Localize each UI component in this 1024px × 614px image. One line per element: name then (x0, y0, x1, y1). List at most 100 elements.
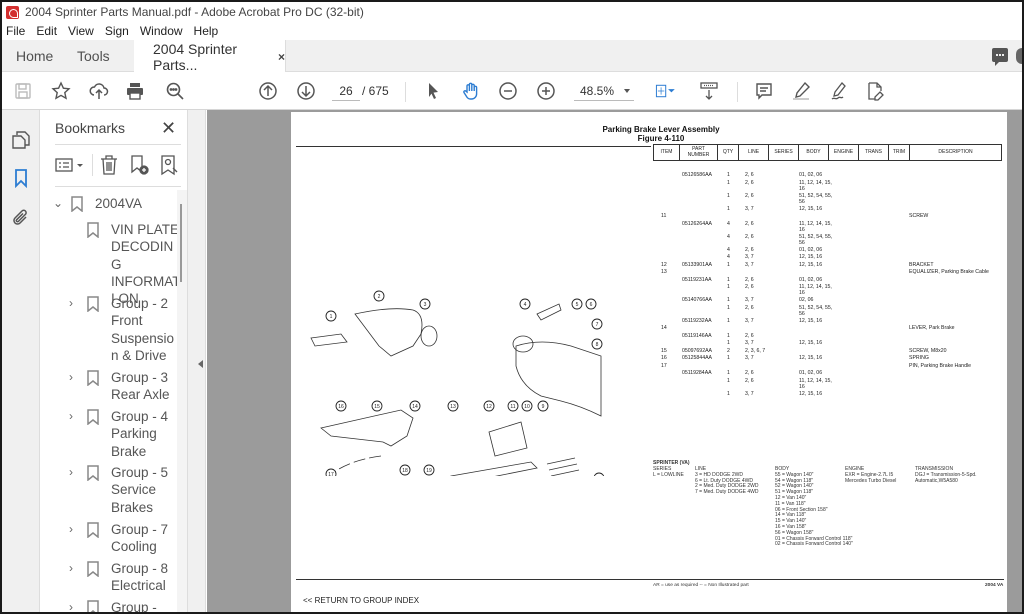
fit-page-icon[interactable] (650, 80, 680, 102)
fill-sign-icon[interactable] (864, 80, 886, 102)
return-to-group-index-link[interactable]: << RETURN TO GROUP INDEX (303, 596, 419, 605)
table-row: 05126264AA 4 2, 6 11, 12, 14, 15, 16 (653, 221, 1007, 235)
pages-icon[interactable] (11, 130, 31, 150)
close-panel-icon[interactable]: ✕ (161, 118, 176, 139)
collapse-panel-icon[interactable] (194, 360, 203, 368)
link-plate (536, 303, 562, 321)
bookmark-item[interactable]: › Group - 2 Front Suspension & Drive (69, 295, 177, 364)
attachments-icon[interactable] (11, 208, 31, 228)
bookmark-icon (87, 600, 99, 612)
chevron-down-icon[interactable]: ⌄ (53, 195, 67, 212)
document-scrollbar[interactable] (1008, 110, 1022, 612)
callout-number: 9 (542, 404, 545, 410)
account-avatar[interactable] (1016, 48, 1022, 64)
scrollbar-thumb[interactable] (180, 204, 182, 282)
callout-number: 16 (338, 404, 344, 410)
callout-number: 19 (426, 468, 432, 474)
bookmark-item[interactable]: › Group - (69, 599, 177, 612)
scroll-mode-icon[interactable] (698, 80, 720, 102)
bookmark-item[interactable]: › Group - 5 Service Brakes (69, 464, 177, 516)
select-arrow-icon[interactable] (422, 80, 444, 102)
cell-body: 11, 12, 14, 15, 16 (799, 220, 832, 233)
zoom-level-select[interactable]: 48.5% (574, 81, 634, 101)
bookmark-item[interactable]: › Group - 8 Electrical (69, 560, 177, 595)
bookmarks-title: Bookmarks (55, 120, 126, 136)
bookmarks-icon[interactable] (11, 168, 31, 189)
cell-qty: 1 (727, 276, 730, 283)
tab-tools[interactable]: Tools (77, 40, 110, 72)
bookmark-icon (87, 522, 99, 539)
bracket (488, 421, 528, 457)
zoom-out-icon[interactable] (497, 80, 519, 102)
figure-title-line: Parking Brake Lever Assembly (602, 125, 720, 134)
options-menu-icon[interactable] (55, 154, 87, 176)
print-icon[interactable] (124, 80, 146, 102)
page-down-icon[interactable] (295, 80, 317, 102)
bookmark-item[interactable]: › Group - 7 Cooling (69, 521, 177, 556)
panel-splitter[interactable] (188, 110, 206, 612)
menu-window[interactable]: Window (140, 24, 183, 38)
spring (546, 457, 580, 476)
cell-qty: 1 (727, 297, 730, 303)
cell-qty: 1 (727, 390, 730, 397)
menu-edit[interactable]: Edit (36, 24, 57, 38)
cell-part: 05119146AA (682, 332, 712, 339)
tab-home[interactable]: Home (16, 40, 53, 72)
divider (92, 154, 93, 176)
cell-line: 3, 7 (745, 254, 754, 260)
save-icon[interactable] (12, 80, 34, 102)
chevron-right-icon[interactable]: › (69, 599, 83, 612)
callout-13: 13 (447, 400, 459, 412)
bookmark-star-icon[interactable] (50, 80, 72, 102)
upload-cloud-icon[interactable] (88, 80, 110, 102)
cell-line: 2, 6 (745, 332, 754, 339)
chevron-right-icon[interactable]: › (69, 369, 83, 386)
chevron-right-icon[interactable]: › (69, 560, 83, 577)
highlight-icon[interactable] (790, 80, 812, 102)
bookmark-item[interactable]: ⌄ 2004VA (53, 195, 165, 213)
current-page-input[interactable]: 26 (332, 81, 360, 101)
chevron-right-icon[interactable]: › (69, 295, 83, 312)
bookmark-icon (87, 561, 99, 578)
col-header: QTY (717, 144, 739, 161)
cell-qty: 1 (727, 205, 730, 212)
bookmark-icon (71, 196, 83, 213)
bookmarks-scrollbar[interactable] (177, 190, 187, 612)
delete-bookmark-icon[interactable] (99, 154, 121, 176)
close-tab-icon[interactable]: × (278, 50, 285, 64)
cell-qty: 1 (727, 261, 730, 268)
bookmark-properties-icon[interactable] (159, 154, 181, 176)
table-row: 1 3, 7 12, 15, 16 (653, 391, 1007, 405)
cell-line: 2, 6 (745, 304, 754, 311)
chevron-right-icon[interactable]: › (69, 521, 83, 538)
lever-base (320, 409, 414, 447)
callout-number: 12 (486, 404, 492, 410)
search-zoom-icon[interactable] (164, 80, 186, 102)
cell-item: 15 (661, 347, 667, 354)
page-up-icon[interactable] (257, 80, 279, 102)
tab-document[interactable]: 2004 Sprinter Parts... × (134, 40, 286, 73)
menu-file[interactable]: File (6, 24, 25, 38)
cell-body: 12, 15, 16 (799, 261, 823, 268)
hand-icon[interactable] (460, 80, 482, 102)
sign-icon[interactable] (828, 80, 850, 102)
chevron-right-icon[interactable]: › (69, 408, 83, 425)
callout-number: 13 (450, 404, 456, 410)
col-header: DESCRIPTION (909, 144, 1002, 161)
zoom-in-icon[interactable] (535, 80, 557, 102)
menu-view[interactable]: View (68, 24, 94, 38)
chevron-right-icon[interactable]: › (69, 464, 83, 481)
cell-qty: 4 (727, 233, 730, 240)
menu-help[interactable]: Help (194, 24, 219, 38)
table-row: 1 2, 6 11, 12, 14, 15, 16 (653, 180, 1007, 194)
col-header: TRANS (858, 144, 889, 161)
cell-line: 2, 6 (745, 220, 754, 227)
cell-desc: PIN, Parking Brake Handle (909, 362, 971, 369)
menu-sign[interactable]: Sign (105, 24, 129, 38)
comment-icon[interactable] (753, 80, 775, 102)
comment-bubble-icon[interactable] (992, 48, 1008, 66)
add-bookmark-icon[interactable] (129, 154, 151, 176)
bookmark-item[interactable]: › Group - 4 Parking Brake (69, 408, 177, 460)
callout-12: 12 (483, 400, 495, 412)
bookmark-item[interactable]: › Group - 3 Rear Axle (69, 369, 177, 404)
